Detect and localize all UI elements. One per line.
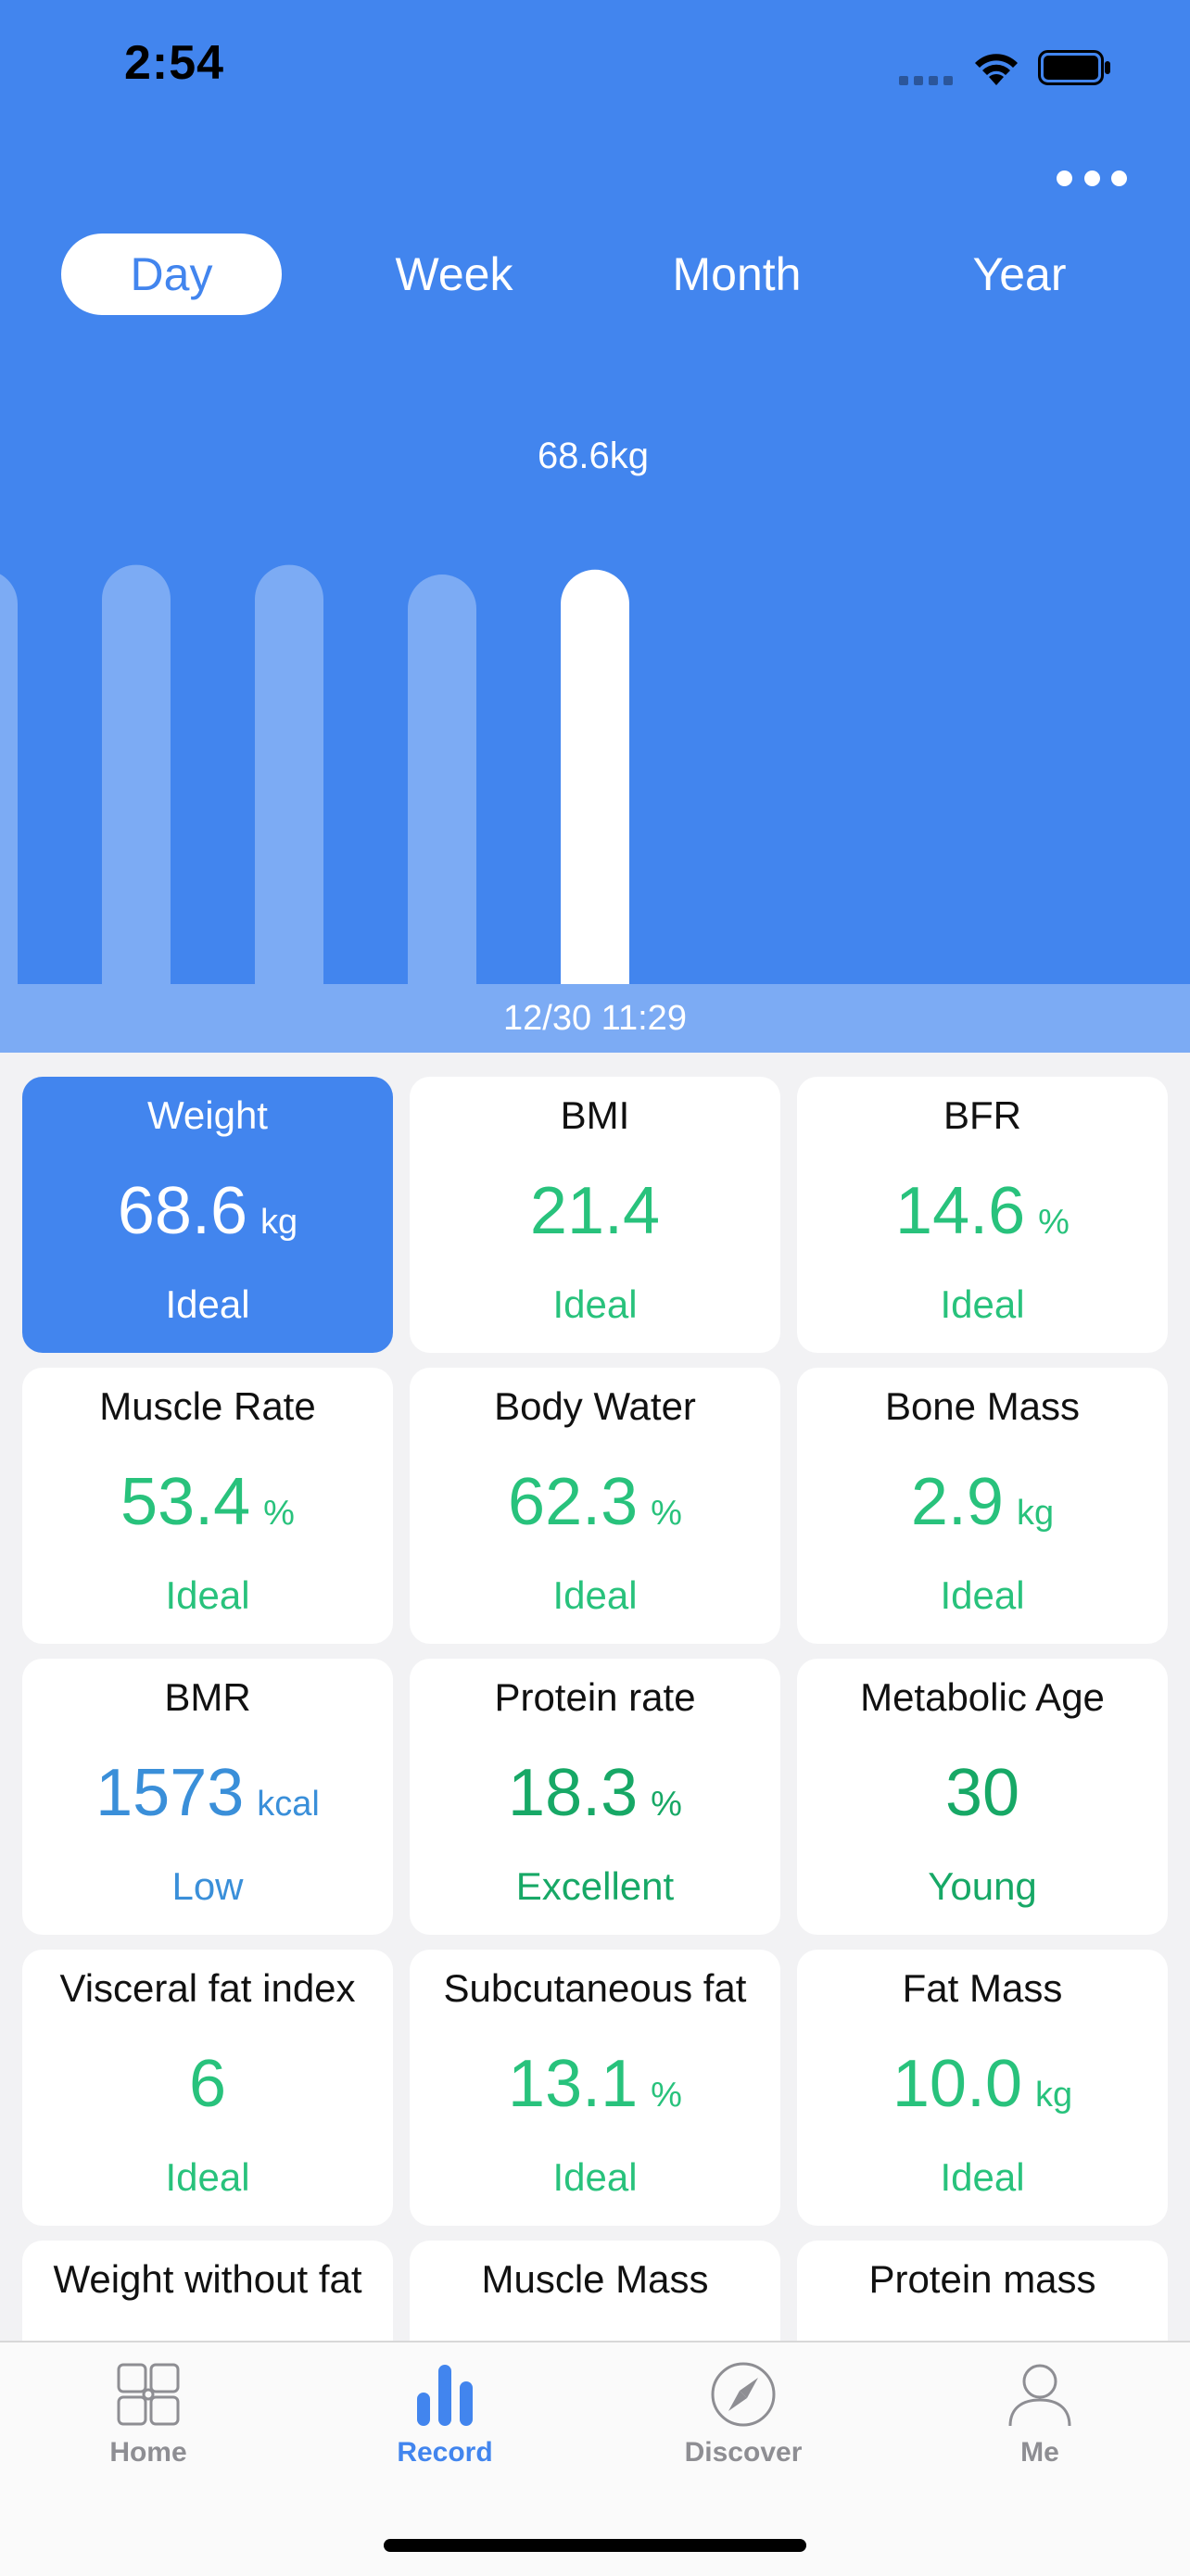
metric-value: 21.4 — [529, 1174, 661, 1248]
weight-bar[interactable] — [102, 564, 171, 1021]
metric-value-row: 10.0 kg — [797, 2046, 1168, 2122]
metric-card[interactable]: BFR 14.6% Ideal — [797, 1077, 1168, 1353]
tabbar-label-home: Home — [109, 2437, 187, 2468]
metric-value-row: 53.4% — [22, 1464, 393, 1540]
metric-unit: kg — [1035, 2076, 1073, 2115]
metric-unit: % — [651, 2076, 682, 2115]
metric-status: Ideal — [940, 1282, 1025, 1326]
tabbar-item-me[interactable]: Me — [938, 2361, 1142, 2469]
grid-icon — [117, 2363, 180, 2426]
metric-value: 2.9 — [910, 1465, 1004, 1539]
metric-value-row: 6 — [22, 2046, 393, 2122]
metric-status: Ideal — [165, 1282, 250, 1326]
tabbar-item-home[interactable]: Home — [46, 2361, 250, 2469]
metric-value: 14.6 — [895, 1174, 1026, 1248]
metric-label: Weight — [147, 1093, 268, 1137]
metric-value-row: 18.3% — [410, 1755, 780, 1831]
metric-card[interactable]: BMI 21.4 Ideal — [410, 1077, 780, 1353]
metric-value: 30 — [944, 1756, 1020, 1830]
metric-value: 1573 — [95, 1756, 245, 1830]
tabbar-label-discover: Discover — [684, 2437, 803, 2468]
metric-label: Body Water — [494, 1384, 696, 1428]
metric-grid: Weight 68.6 kg Ideal BMI 21.4 Ideal BFR 14.6% Ide… — [22, 1077, 1168, 2517]
metric-unit: kg — [260, 1203, 298, 1242]
metric-label: Bone Mass — [884, 1384, 1081, 1428]
metric-value-row: 13.1% — [410, 2046, 780, 2122]
metric-value: 62.3 — [508, 1465, 639, 1539]
metric-status: Ideal — [552, 2155, 638, 2199]
metric-label: Metabolic Age — [860, 1675, 1105, 1719]
metric-unit: kcal — [257, 1785, 320, 1824]
metric-value: 68.6 — [117, 1174, 247, 1248]
metric-value-row: 2.9 kg — [797, 1464, 1168, 1540]
metric-label: Muscle Rate — [99, 1384, 316, 1428]
tabbar-item-discover[interactable]: Discover — [641, 2361, 845, 2469]
metric-value-row: 68.6 kg — [22, 1173, 393, 1249]
metric-label: Weight without fat — [53, 2257, 362, 2301]
metric-label: Subcutaneous fat — [443, 1966, 747, 2010]
metric-card[interactable]: Weight 68.6 kg Ideal — [22, 1077, 393, 1353]
weight-bar-chart[interactable] — [0, 0, 1190, 1053]
metric-unit: kg — [1016, 1494, 1055, 1533]
metric-unit: % — [651, 1785, 682, 1824]
metric-card[interactable]: Body Water 62.3% Ideal — [410, 1368, 780, 1644]
metric-value: 53.4 — [120, 1465, 251, 1539]
metric-card[interactable]: Metabolic Age 30 Young — [797, 1659, 1168, 1935]
metric-status: Ideal — [165, 1573, 250, 1617]
metric-status: Ideal — [940, 1573, 1025, 1617]
person-icon — [1008, 2364, 1071, 2427]
chart-header: 2:54 Day Week Month Year 68.6kg 12/30 11… — [0, 0, 1190, 1053]
metric-value-row: 14.6% — [797, 1173, 1168, 1249]
metric-status: Low — [171, 1864, 244, 1908]
metric-card[interactable]: Muscle Rate 53.4% Ideal — [22, 1368, 393, 1644]
metric-label: Fat Mass — [902, 1966, 1063, 2010]
bar-chart-icon — [417, 2365, 473, 2426]
metric-label: Protein rate — [494, 1675, 696, 1719]
metric-status: Young — [928, 1864, 1037, 1908]
metric-label: Protein mass — [868, 2257, 1096, 2301]
metric-card[interactable]: Visceral fat index 6 Ideal — [22, 1950, 393, 2226]
metric-unit: % — [1038, 1203, 1070, 1242]
metric-status: Ideal — [552, 1282, 638, 1326]
tabbar-item-record[interactable]: Record — [343, 2361, 547, 2469]
metric-value-row: 30 — [797, 1755, 1168, 1831]
metric-value: 6 — [188, 2047, 227, 2121]
metric-unit: % — [651, 1494, 682, 1533]
weight-bar-selected[interactable] — [561, 569, 629, 1021]
weight-bar[interactable] — [408, 575, 476, 1021]
metric-value-row: 1573 kcal — [22, 1755, 393, 1831]
metric-unit: % — [263, 1494, 295, 1533]
metric-card[interactable]: Fat Mass 10.0 kg Ideal — [797, 1950, 1168, 2226]
metric-value: 10.0 — [892, 2047, 1022, 2121]
metric-value: 18.3 — [508, 1756, 639, 1830]
metric-status: Ideal — [940, 2155, 1025, 2199]
metric-status: Ideal — [165, 2155, 250, 2199]
metric-label: BMR — [164, 1675, 251, 1719]
metric-value-row: 62.3% — [410, 1464, 780, 1540]
tabbar-label-me: Me — [1020, 2437, 1059, 2468]
weight-bar[interactable] — [0, 570, 18, 1021]
metric-card[interactable]: Protein rate 18.3% Excellent — [410, 1659, 780, 1935]
metric-card[interactable]: BMR 1573 kcal Low — [22, 1659, 393, 1935]
metric-status: Ideal — [552, 1573, 638, 1617]
metric-label: BMI — [560, 1093, 630, 1137]
metric-label: BFR — [943, 1093, 1021, 1137]
tabbar-label-record: Record — [397, 2437, 493, 2468]
compass-icon — [711, 2362, 776, 2427]
metric-value: 13.1 — [508, 2047, 639, 2121]
metric-card[interactable]: Subcutaneous fat 13.1% Ideal — [410, 1950, 780, 2226]
metric-label: Muscle Mass — [481, 2257, 709, 2301]
weight-bar[interactable] — [255, 564, 323, 1021]
metric-card[interactable]: Bone Mass 2.9 kg Ideal — [797, 1368, 1168, 1644]
metric-status: Excellent — [515, 1864, 675, 1908]
metric-value-row: 21.4 — [410, 1173, 780, 1249]
chart-date: 12/30 11:29 — [503, 999, 687, 1038]
metric-label: Visceral fat index — [59, 1966, 356, 2010]
home-indicator — [384, 2539, 806, 2552]
